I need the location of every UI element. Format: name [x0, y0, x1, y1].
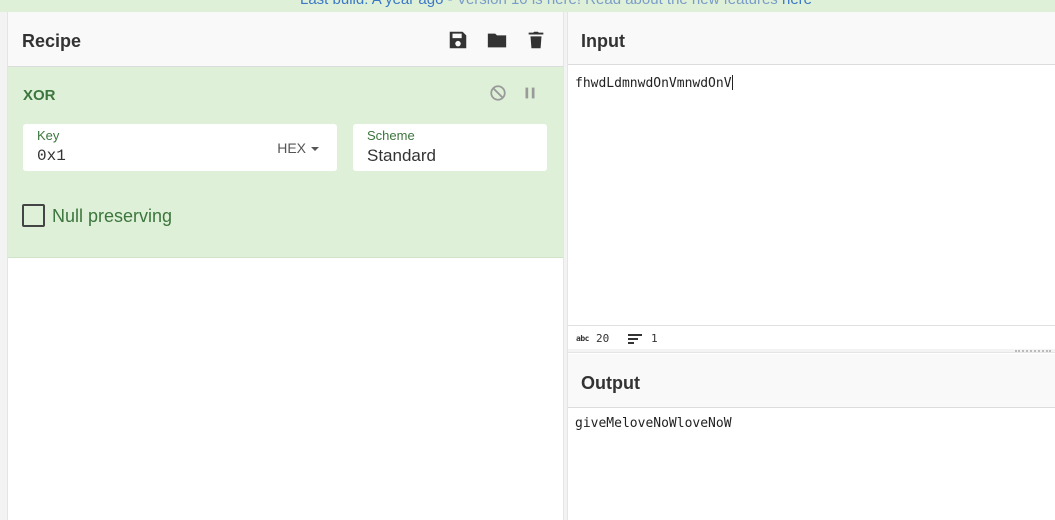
key-format-label: HEX [277, 140, 306, 156]
null-preserving-checkbox[interactable] [22, 204, 45, 227]
left-gutter [0, 12, 8, 520]
scheme-field[interactable]: Scheme Standard [353, 124, 547, 171]
banner-build-text: Last build: A year ago [300, 0, 443, 8]
folder-icon[interactable] [486, 29, 508, 51]
key-format-dropdown[interactable]: HEX [277, 140, 319, 156]
abc-icon: abc [576, 334, 589, 343]
output-header: Output [568, 354, 1055, 408]
null-preserving-label: Null preserving [52, 206, 173, 226]
banner-version-text: - Version 10 is here! Read about the new… [443, 0, 782, 8]
banner-text: Last build: A year ago - Version 10 is h… [300, 0, 812, 8]
operation-title: XOR [23, 87, 56, 104]
recipe-panel: Recipe XOR Key 0x1 HEX Scheme Standard N… [8, 12, 563, 520]
lines-value: 1 [651, 332, 658, 345]
trash-icon[interactable] [525, 29, 547, 51]
input-textarea[interactable]: fhwdLdmnwdOnVmnwdOnV [575, 75, 733, 91]
disable-icon[interactable] [489, 84, 507, 102]
output-panel: Output giveMeloveNoWloveNoW [568, 354, 1055, 520]
length-status: abc 20 [576, 332, 609, 345]
scheme-select[interactable]: Standard [367, 146, 436, 166]
key-label: Key [37, 128, 60, 143]
recipe-header: Recipe [8, 12, 563, 67]
lines-status: 1 [628, 332, 658, 345]
input-panel: Input fhwdLdmnwdOnVmnwdOnV abc 20 1 [568, 12, 1055, 349]
pause-icon[interactable] [521, 84, 539, 102]
top-banner: Last build: A year ago - Version 10 is h… [0, 0, 1055, 12]
length-value: 20 [595, 332, 610, 345]
input-title: Input [581, 31, 625, 51]
recipe-title: Recipe [22, 31, 82, 51]
lines-icon [628, 333, 642, 344]
save-icon[interactable] [447, 29, 469, 51]
output-text[interactable]: giveMeloveNoWloveNoW [575, 416, 732, 431]
io-splitter[interactable] [568, 349, 1055, 353]
input-status-bar: abc 20 1 [568, 325, 1055, 349]
chevron-down-icon [311, 147, 319, 152]
banner-link[interactable]: here [782, 0, 812, 8]
key-field[interactable]: Key 0x1 HEX [23, 124, 337, 171]
input-header: Input [568, 12, 1055, 65]
input-text: fhwdLdmnwdOnVmnwdOnV [575, 76, 732, 91]
splitter-grip-icon [1015, 350, 1051, 352]
output-title: Output [581, 373, 640, 393]
key-input[interactable]: 0x1 [37, 147, 66, 165]
xor-operation: XOR Key 0x1 HEX Scheme Standard Null pre… [8, 67, 563, 258]
scheme-label: Scheme [367, 128, 415, 143]
text-cursor [731, 75, 733, 90]
